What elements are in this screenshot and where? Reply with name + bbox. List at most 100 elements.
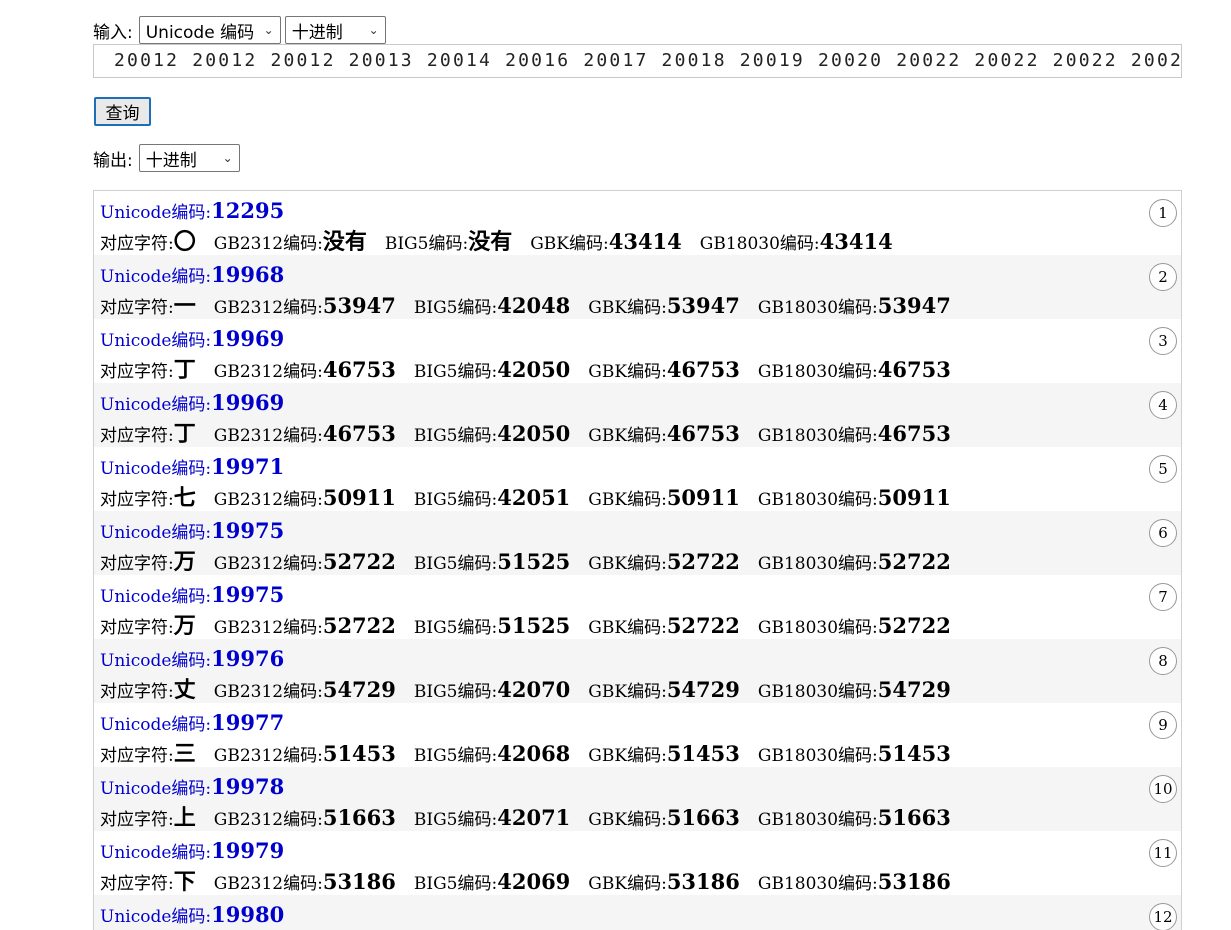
result-item: Unicode编码:19969 对应字符: 丁 GB2312编码: 46753 BIG5编… bbox=[94, 383, 1181, 447]
gb18030-label: GB18030编码: bbox=[757, 490, 878, 510]
encoding-line: 对应字符: 七 GB2312编码: 50911 BIG5编码: 42051 GBK编码: 50… bbox=[100, 480, 969, 512]
gbk-value: 43414 bbox=[608, 229, 682, 254]
result-index-badge: 7 bbox=[1149, 583, 1177, 611]
gbk-value: 52722 bbox=[666, 613, 740, 638]
gb2312-label: GB2312编码: bbox=[213, 554, 323, 574]
gb18030-value: 53186 bbox=[877, 869, 951, 894]
query-button[interactable]: 查询 bbox=[94, 97, 151, 126]
gb18030-label: GB18030编码: bbox=[699, 234, 820, 254]
unicode-line: Unicode编码:19971 bbox=[100, 454, 284, 479]
gb18030-label: GB18030编码: bbox=[757, 426, 878, 446]
gb2312-value: 51663 bbox=[322, 805, 396, 830]
char-value: 丈 bbox=[173, 678, 196, 703]
unicode-label: Unicode编码: bbox=[100, 203, 212, 223]
unicode-value: 19969 bbox=[211, 390, 285, 415]
char-value: 丁 bbox=[173, 358, 196, 383]
unicode-value: 19971 bbox=[211, 454, 285, 479]
result-item: Unicode编码:19979 对应字符: 下 GB2312编码: 53186 BIG5编… bbox=[94, 831, 1181, 895]
gb18030-value: 50911 bbox=[877, 485, 951, 510]
result-index-badge: 5 bbox=[1149, 455, 1177, 483]
gb2312-label: GB2312编码: bbox=[213, 746, 323, 766]
unicode-label: Unicode编码: bbox=[100, 523, 212, 543]
unicode-label: Unicode编码: bbox=[100, 715, 212, 735]
char-value: 下 bbox=[173, 870, 196, 895]
char-label: 对应字符: bbox=[100, 362, 174, 382]
input-encoding-select[interactable]: Unicode 编码 ⌄ bbox=[138, 16, 281, 44]
result-item: Unicode编码:19976 对应字符: 丈 GB2312编码: 54729 BIG5编… bbox=[94, 639, 1181, 703]
encoding-line: 对应字符: 万 GB2312编码: 52722 BIG5编码: 51525 GBK编码: 52… bbox=[100, 544, 969, 576]
char-value: 上 bbox=[173, 806, 196, 831]
char-label: 对应字符: bbox=[100, 298, 174, 318]
output-label: 输出: bbox=[93, 150, 133, 171]
result-item: Unicode编码:19980 12 bbox=[94, 895, 1181, 930]
gb2312-value: 52722 bbox=[322, 613, 396, 638]
gbk-label: GBK编码: bbox=[588, 746, 667, 766]
big5-value: 42071 bbox=[497, 805, 571, 830]
char-value: 七 bbox=[173, 486, 196, 511]
unicode-value: 19978 bbox=[211, 774, 285, 799]
char-value: 三 bbox=[173, 742, 196, 767]
gb18030-value: 51453 bbox=[877, 741, 951, 766]
unicode-label: Unicode编码: bbox=[100, 395, 212, 415]
big5-value: 42048 bbox=[497, 293, 571, 318]
gbk-label: GBK编码: bbox=[588, 490, 667, 510]
result-index-badge: 11 bbox=[1149, 839, 1177, 867]
big5-value: 42051 bbox=[497, 485, 571, 510]
gbk-value: 51453 bbox=[666, 741, 740, 766]
gbk-value: 54729 bbox=[666, 677, 740, 702]
gb18030-value: 54729 bbox=[877, 677, 951, 702]
unicode-value: 19977 bbox=[211, 710, 285, 735]
gb18030-value: 43414 bbox=[819, 229, 893, 254]
big5-label: BIG5编码: bbox=[413, 746, 498, 766]
char-value: 一 bbox=[173, 294, 196, 319]
gb18030-label: GB18030编码: bbox=[757, 682, 878, 702]
result-item: Unicode编码:19975 对应字符: 万 GB2312编码: 52722 BIG5编… bbox=[94, 575, 1181, 639]
big5-value: 42068 bbox=[497, 741, 571, 766]
result-index-badge: 1 bbox=[1149, 199, 1177, 227]
gb2312-value: 50911 bbox=[322, 485, 396, 510]
output-radix-value: 十进制 bbox=[145, 150, 197, 171]
unicode-label: Unicode编码: bbox=[100, 587, 212, 607]
gb2312-value: 没有 bbox=[322, 230, 367, 255]
unicode-value: 19968 bbox=[211, 262, 285, 287]
gbk-value: 46753 bbox=[666, 421, 740, 446]
gbk-label: GBK编码: bbox=[530, 234, 609, 254]
encoding-line: 对应字符: 三 GB2312编码: 51453 BIG5编码: 42068 GBK编码: 51… bbox=[100, 736, 969, 768]
char-label: 对应字符: bbox=[100, 682, 174, 702]
gbk-value: 53186 bbox=[666, 869, 740, 894]
char-label: 对应字符: bbox=[100, 490, 174, 510]
encoding-line: 对应字符: 万 GB2312编码: 52722 BIG5编码: 51525 GBK编码: 52… bbox=[100, 608, 969, 640]
result-item: Unicode编码:19971 对应字符: 七 GB2312编码: 50911 BIG5编… bbox=[94, 447, 1181, 511]
input-row: 输入: Unicode 编码 ⌄ 十进制 ⌄ bbox=[93, 16, 386, 44]
big5-value: 42069 bbox=[497, 869, 571, 894]
gb18030-label: GB18030编码: bbox=[757, 554, 878, 574]
gb18030-value: 52722 bbox=[877, 549, 951, 574]
big5-value: 42070 bbox=[497, 677, 571, 702]
gb2312-value: 53947 bbox=[322, 293, 396, 318]
result-item: Unicode编码:19969 对应字符: 丁 GB2312编码: 46753 BIG5编… bbox=[94, 319, 1181, 383]
char-value: 万 bbox=[173, 614, 196, 639]
gb18030-label: GB18030编码: bbox=[757, 298, 878, 318]
gbk-value: 46753 bbox=[666, 357, 740, 382]
char-label: 对应字符: bbox=[100, 426, 174, 446]
input-radix-select[interactable]: 十进制 ⌄ bbox=[284, 16, 386, 44]
gbk-label: GBK编码: bbox=[588, 682, 667, 702]
gb18030-label: GB18030编码: bbox=[757, 810, 878, 830]
unicode-label: Unicode编码: bbox=[100, 459, 212, 479]
result-index-badge: 2 bbox=[1149, 263, 1177, 291]
char-label: 对应字符: bbox=[100, 234, 174, 254]
code-input[interactable]: 20012 20012 20012 20013 20014 20016 2001… bbox=[93, 44, 1182, 78]
char-value: 〇 bbox=[173, 230, 196, 255]
char-label: 对应字符: bbox=[100, 874, 174, 894]
gbk-value: 51663 bbox=[666, 805, 740, 830]
output-radix-select[interactable]: 十进制 ⌄ bbox=[138, 144, 240, 172]
result-index-badge: 9 bbox=[1149, 711, 1177, 739]
char-label: 对应字符: bbox=[100, 810, 174, 830]
unicode-value: 19979 bbox=[211, 838, 285, 863]
chevron-down-icon: ⌄ bbox=[263, 23, 274, 37]
result-index-badge: 12 bbox=[1149, 903, 1177, 930]
input-encoding-value: Unicode 编码 bbox=[145, 22, 255, 43]
gb18030-value: 53947 bbox=[877, 293, 951, 318]
char-value: 万 bbox=[173, 550, 196, 575]
unicode-line: Unicode编码:19980 bbox=[100, 902, 284, 927]
